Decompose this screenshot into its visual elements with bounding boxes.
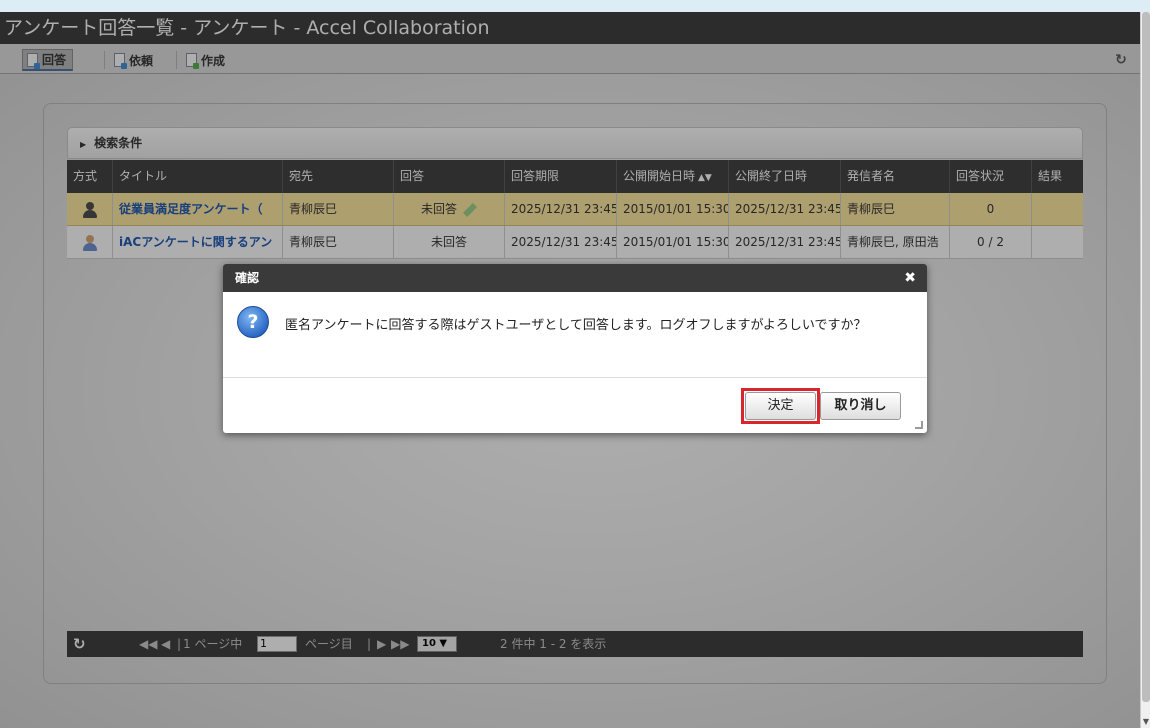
confirm-dialog: 確認 ✖ ? 匿名アンケートに回答する際はゲストユーザとして回答します。ログオフ…	[223, 264, 927, 433]
ok-button[interactable]: 決定	[745, 392, 816, 420]
scroll-down-icon[interactable]: ▼	[1141, 716, 1150, 728]
scrollbar-thumb[interactable]	[1142, 12, 1150, 702]
dialog-message: 匿名アンケートに回答する際はゲストユーザとして回答します。ログオフしますがよろし…	[285, 318, 867, 333]
top-strip	[0, 0, 1150, 12]
question-icon: ?	[237, 306, 269, 338]
resize-handle[interactable]	[915, 421, 923, 429]
dialog-footer: 決定 取り消し	[223, 378, 927, 433]
cancel-button[interactable]: 取り消し	[820, 392, 901, 420]
dialog-body: ? 匿名アンケートに回答する際はゲストユーザとして回答します。ログオフしますがよ…	[223, 292, 927, 378]
dialog-title-bar: 確認 ✖	[223, 264, 927, 292]
vertical-scrollbar[interactable]: ▼	[1140, 12, 1150, 728]
dialog-title: 確認	[235, 271, 260, 285]
close-icon[interactable]: ✖	[904, 264, 916, 292]
